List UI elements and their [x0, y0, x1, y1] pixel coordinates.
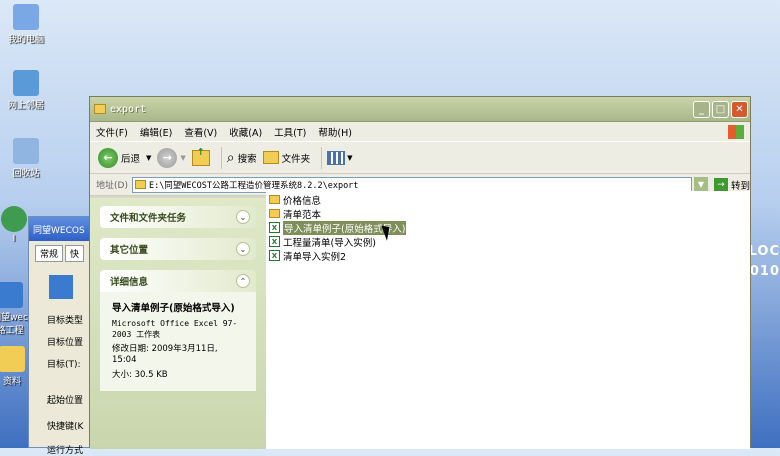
window-title: export: [110, 103, 147, 115]
desktop-icon-network[interactable]: 网上邻居: [0, 70, 54, 111]
details-header[interactable]: 详细信息 ⌃: [100, 270, 256, 292]
details-panel: 详细信息 ⌃ 导入清单例子(原始格式导入) Microsoft Office E…: [100, 270, 256, 391]
toolbar-separator: [321, 146, 323, 169]
desktop-icon-my-computer[interactable]: 我的电脑: [0, 4, 54, 45]
minimize-button[interactable]: _: [693, 100, 710, 118]
run-label: 运行方式: [47, 446, 84, 456]
menu-tools[interactable]: 工具(T): [274, 125, 306, 139]
toolbar: ← 后退 ▼ → ▼ ↑ ⌕ 搜索 文件夹 ▼: [90, 142, 750, 174]
address-path: E:\同望WECOST公路工程造价管理系统8.2.2\export: [148, 180, 359, 191]
chevron-up-icon[interactable]: ⌃: [236, 274, 250, 288]
file-folder-tasks-header[interactable]: 文件和文件夹任务 ⌄: [100, 206, 256, 228]
back-button[interactable]: ← 后退 ▼: [98, 147, 151, 168]
other-places-panel: 其它位置 ⌄: [100, 238, 256, 260]
list-item[interactable]: X 工程量清单(导入实例): [269, 235, 376, 249]
excel-file-icon: X: [269, 236, 280, 247]
forward-dropdown-icon[interactable]: ▼: [180, 154, 185, 162]
list-item[interactable]: 价格信息: [269, 193, 321, 207]
wallpaper-text-2: 010: [749, 264, 780, 279]
back-dropdown-icon[interactable]: ▼: [146, 154, 151, 162]
details-file-name: 导入清单例子(原始格式导入): [112, 303, 235, 314]
excel-file-icon: X: [269, 222, 280, 233]
forward-arrow-icon: →: [157, 147, 178, 168]
shortcut-key-label: 快捷键(K: [47, 422, 84, 432]
target-label: 目标(T):: [47, 360, 81, 370]
details-size: 大小: 30.5 KB: [112, 370, 168, 380]
list-item[interactable]: X 清单导入实例2: [269, 249, 346, 263]
folder-icon: [269, 195, 280, 204]
chevron-down-icon[interactable]: ⌄: [236, 210, 250, 224]
window-titlebar[interactable]: export _ □ ✕: [90, 97, 750, 122]
desktop-icon-wecost[interactable]: 同望wec 路工程: [0, 282, 30, 336]
forward-button[interactable]: → ▼: [157, 147, 186, 168]
target-location-label: 目标位置: [47, 338, 84, 348]
chevron-down-icon[interactable]: ⌄: [236, 242, 250, 256]
back-arrow-icon: ←: [98, 147, 118, 168]
windows-logo-icon: [728, 124, 744, 139]
desktop-icon-folder[interactable]: 资料: [0, 346, 30, 387]
close-button[interactable]: ✕: [731, 100, 748, 118]
address-label: 地址(D): [96, 181, 128, 191]
details-body: 导入清单例子(原始格式导入) Microsoft Office Excel 97…: [100, 292, 256, 391]
views-button[interactable]: ▼: [327, 150, 353, 165]
list-item[interactable]: 清单范本: [269, 207, 321, 221]
folder-icon: [269, 209, 280, 218]
views-dropdown-icon: ▼: [347, 153, 353, 162]
up-folder-button[interactable]: ↑: [191, 147, 210, 166]
folders-button[interactable]: 文件夹: [262, 151, 310, 165]
desktop-icon-recycle-bin[interactable]: 回收站: [0, 138, 54, 179]
go-button[interactable]: → 转到: [713, 177, 750, 192]
recycle-bin-icon: [13, 138, 39, 164]
menu-help[interactable]: 帮助(H): [318, 125, 352, 139]
tab-shortcut[interactable]: 快: [65, 245, 85, 262]
target-type-label: 目标类型: [47, 316, 84, 326]
folder-icon: [262, 151, 279, 164]
folder-icon: [0, 346, 25, 372]
toolbar-separator: [220, 146, 222, 169]
details-modified: 修改日期: 2009年3月11日, 15:04: [112, 344, 218, 365]
menu-file[interactable]: 文件(F): [96, 125, 128, 139]
details-file-type: Microsoft Office Excel 97-2003 工作表: [112, 319, 238, 339]
file-folder-tasks-panel: 文件和文件夹任务 ⌄: [100, 206, 256, 228]
excel-file-icon: X: [269, 250, 280, 261]
search-icon: ⌕: [226, 149, 235, 166]
file-list[interactable]: 价格信息 清单范本 X 导入清单例子(原始格式导入) X 工程量清单(导入实例)…: [266, 191, 750, 449]
folder-icon: [94, 104, 106, 114]
network-icon: [13, 70, 39, 96]
computer-icon: [13, 4, 39, 30]
wecost-app-icon: [0, 282, 23, 308]
menu-edit[interactable]: 编辑(E): [140, 125, 172, 139]
task-pane: 文件和文件夹任务 ⌄ 其它位置 ⌄ 详细信息 ⌃ 导入清单例子(原始格式导入) …: [90, 198, 266, 449]
other-places-header[interactable]: 其它位置 ⌄: [100, 238, 256, 260]
go-arrow-icon: →: [713, 177, 728, 192]
menu-bar: 文件(F) 编辑(E) 查看(V) 收藏(A) 工具(T) 帮助(H): [90, 122, 750, 142]
menu-view[interactable]: 查看(V): [184, 125, 217, 139]
explorer-window[interactable]: export _ □ ✕ 文件(F) 编辑(E) 查看(V) 收藏(A) 工具(…: [89, 96, 751, 449]
menu-favorites[interactable]: 收藏(A): [229, 125, 262, 139]
shortcut-app-icon: [49, 275, 73, 299]
maximize-button[interactable]: □: [712, 100, 729, 118]
ie-icon: [1, 206, 27, 232]
start-in-label: 起始位置: [47, 396, 84, 406]
folder-icon: [134, 180, 146, 189]
tab-general[interactable]: 常规: [35, 245, 64, 262]
search-button[interactable]: ⌕ 搜索: [227, 150, 257, 166]
views-icon: [327, 150, 346, 165]
up-folder-icon: ↑: [191, 147, 210, 166]
